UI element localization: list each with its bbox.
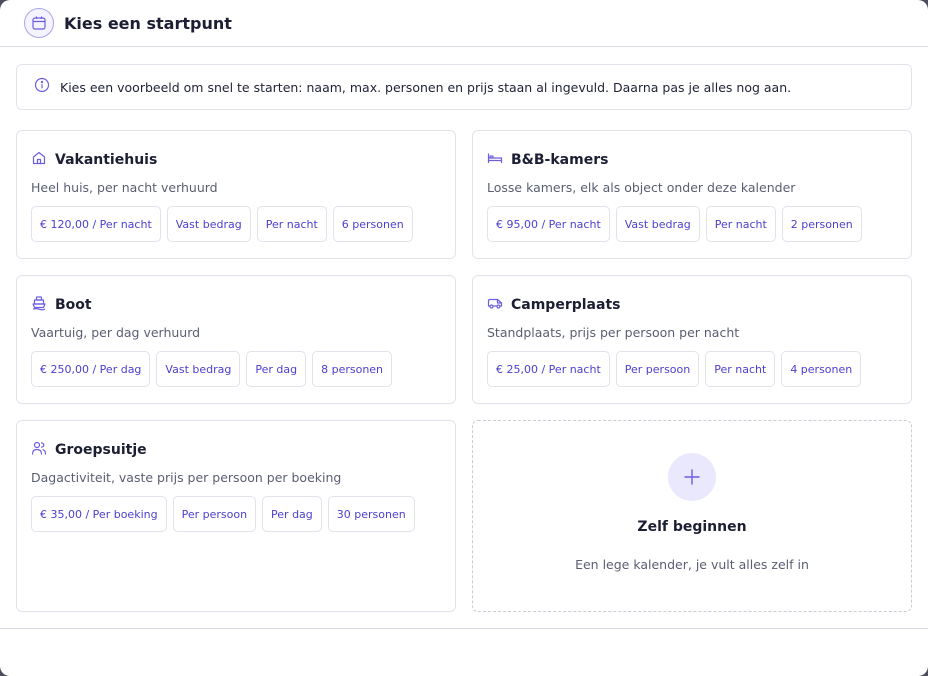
info-banner: Kies een voorbeeld om snel te starten: n… (16, 64, 912, 110)
capacity-chip: 8 personen (312, 351, 393, 387)
price-chip: € 250,00 / Per dag (31, 351, 151, 387)
template-card-boot[interactable]: Boot Vaartuig, per dag verhuurd € 250,00… (16, 275, 456, 404)
card-title: Vakantiehuis (55, 152, 158, 168)
pricing-type-chip: Per persoon (172, 496, 257, 532)
capacity-chip: 6 personen (332, 206, 413, 242)
card-title: Camperplaats (511, 297, 621, 313)
price-chip: € 95,00 / Per nacht (487, 206, 610, 242)
start-template-dialog: Kies een startpunt Kies een voorbeeld om… (0, 0, 928, 676)
period-chip: Per dag (246, 351, 307, 387)
capacity-chip: 2 personen (781, 206, 862, 242)
pricing-type-chip: Vast bedrag (615, 206, 700, 242)
price-chip: € 120,00 / Per nacht (31, 206, 161, 242)
info-text: Kies een voorbeeld om snel te starten: n… (60, 79, 792, 95)
card-description: Standplaats, prijs per persoon per nacht (487, 325, 740, 340)
camper-icon (487, 295, 503, 315)
card-title: Groepsuitje (55, 442, 147, 458)
pricing-type-chip: Vast bedrag (156, 351, 241, 387)
template-card-groepsuitje[interactable]: Groepsuitje Dagactiviteit, vaste prijs p… (16, 420, 456, 612)
info-icon (34, 77, 50, 97)
capacity-chip: 30 personen (327, 496, 415, 532)
footer-divider (0, 628, 928, 629)
template-card-vakantiehuis[interactable]: Vakantiehuis Heel huis, per nacht verhuu… (16, 130, 456, 259)
pricing-type-chip: Per persoon (615, 351, 700, 387)
card-description: Heel huis, per nacht verhuurd (31, 180, 218, 195)
custom-start-title: Zelf beginnen (637, 519, 747, 535)
custom-start-description: Een lege kalender, je vult alles zelf in (575, 557, 809, 572)
dialog-header: Kies een startpunt (0, 0, 928, 47)
period-chip: Per nacht (705, 206, 776, 242)
card-description: Dagactiviteit, vaste prijs per persoon p… (31, 470, 342, 485)
template-card-bnb-kamers[interactable]: B&B-kamers Losse kamers, elk als object … (472, 130, 912, 259)
card-title: B&B-kamers (511, 152, 609, 168)
calendar-icon (24, 8, 54, 38)
dialog-title: Kies een startpunt (64, 13, 232, 33)
card-description: Vaartuig, per dag verhuurd (31, 325, 201, 340)
house-icon (31, 150, 47, 170)
custom-start-card[interactable]: Zelf beginnen Een lege kalender, je vult… (472, 420, 912, 612)
price-chip: € 25,00 / Per nacht (487, 351, 610, 387)
period-chip: Per dag (262, 496, 322, 532)
card-title: Boot (55, 297, 92, 313)
capacity-chip: 4 personen (781, 351, 862, 387)
group-icon (31, 440, 47, 460)
bed-icon (487, 150, 503, 170)
card-description: Losse kamers, elk als object onder deze … (487, 180, 796, 195)
pricing-type-chip: Vast bedrag (166, 206, 251, 242)
template-card-camperplaats[interactable]: Camperplaats Standplaats, prijs per pers… (472, 275, 912, 404)
period-chip: Per nacht (705, 351, 776, 387)
boat-icon (31, 295, 47, 315)
price-chip: € 35,00 / Per boeking (31, 496, 167, 532)
plus-icon (668, 453, 716, 501)
period-chip: Per nacht (256, 206, 327, 242)
